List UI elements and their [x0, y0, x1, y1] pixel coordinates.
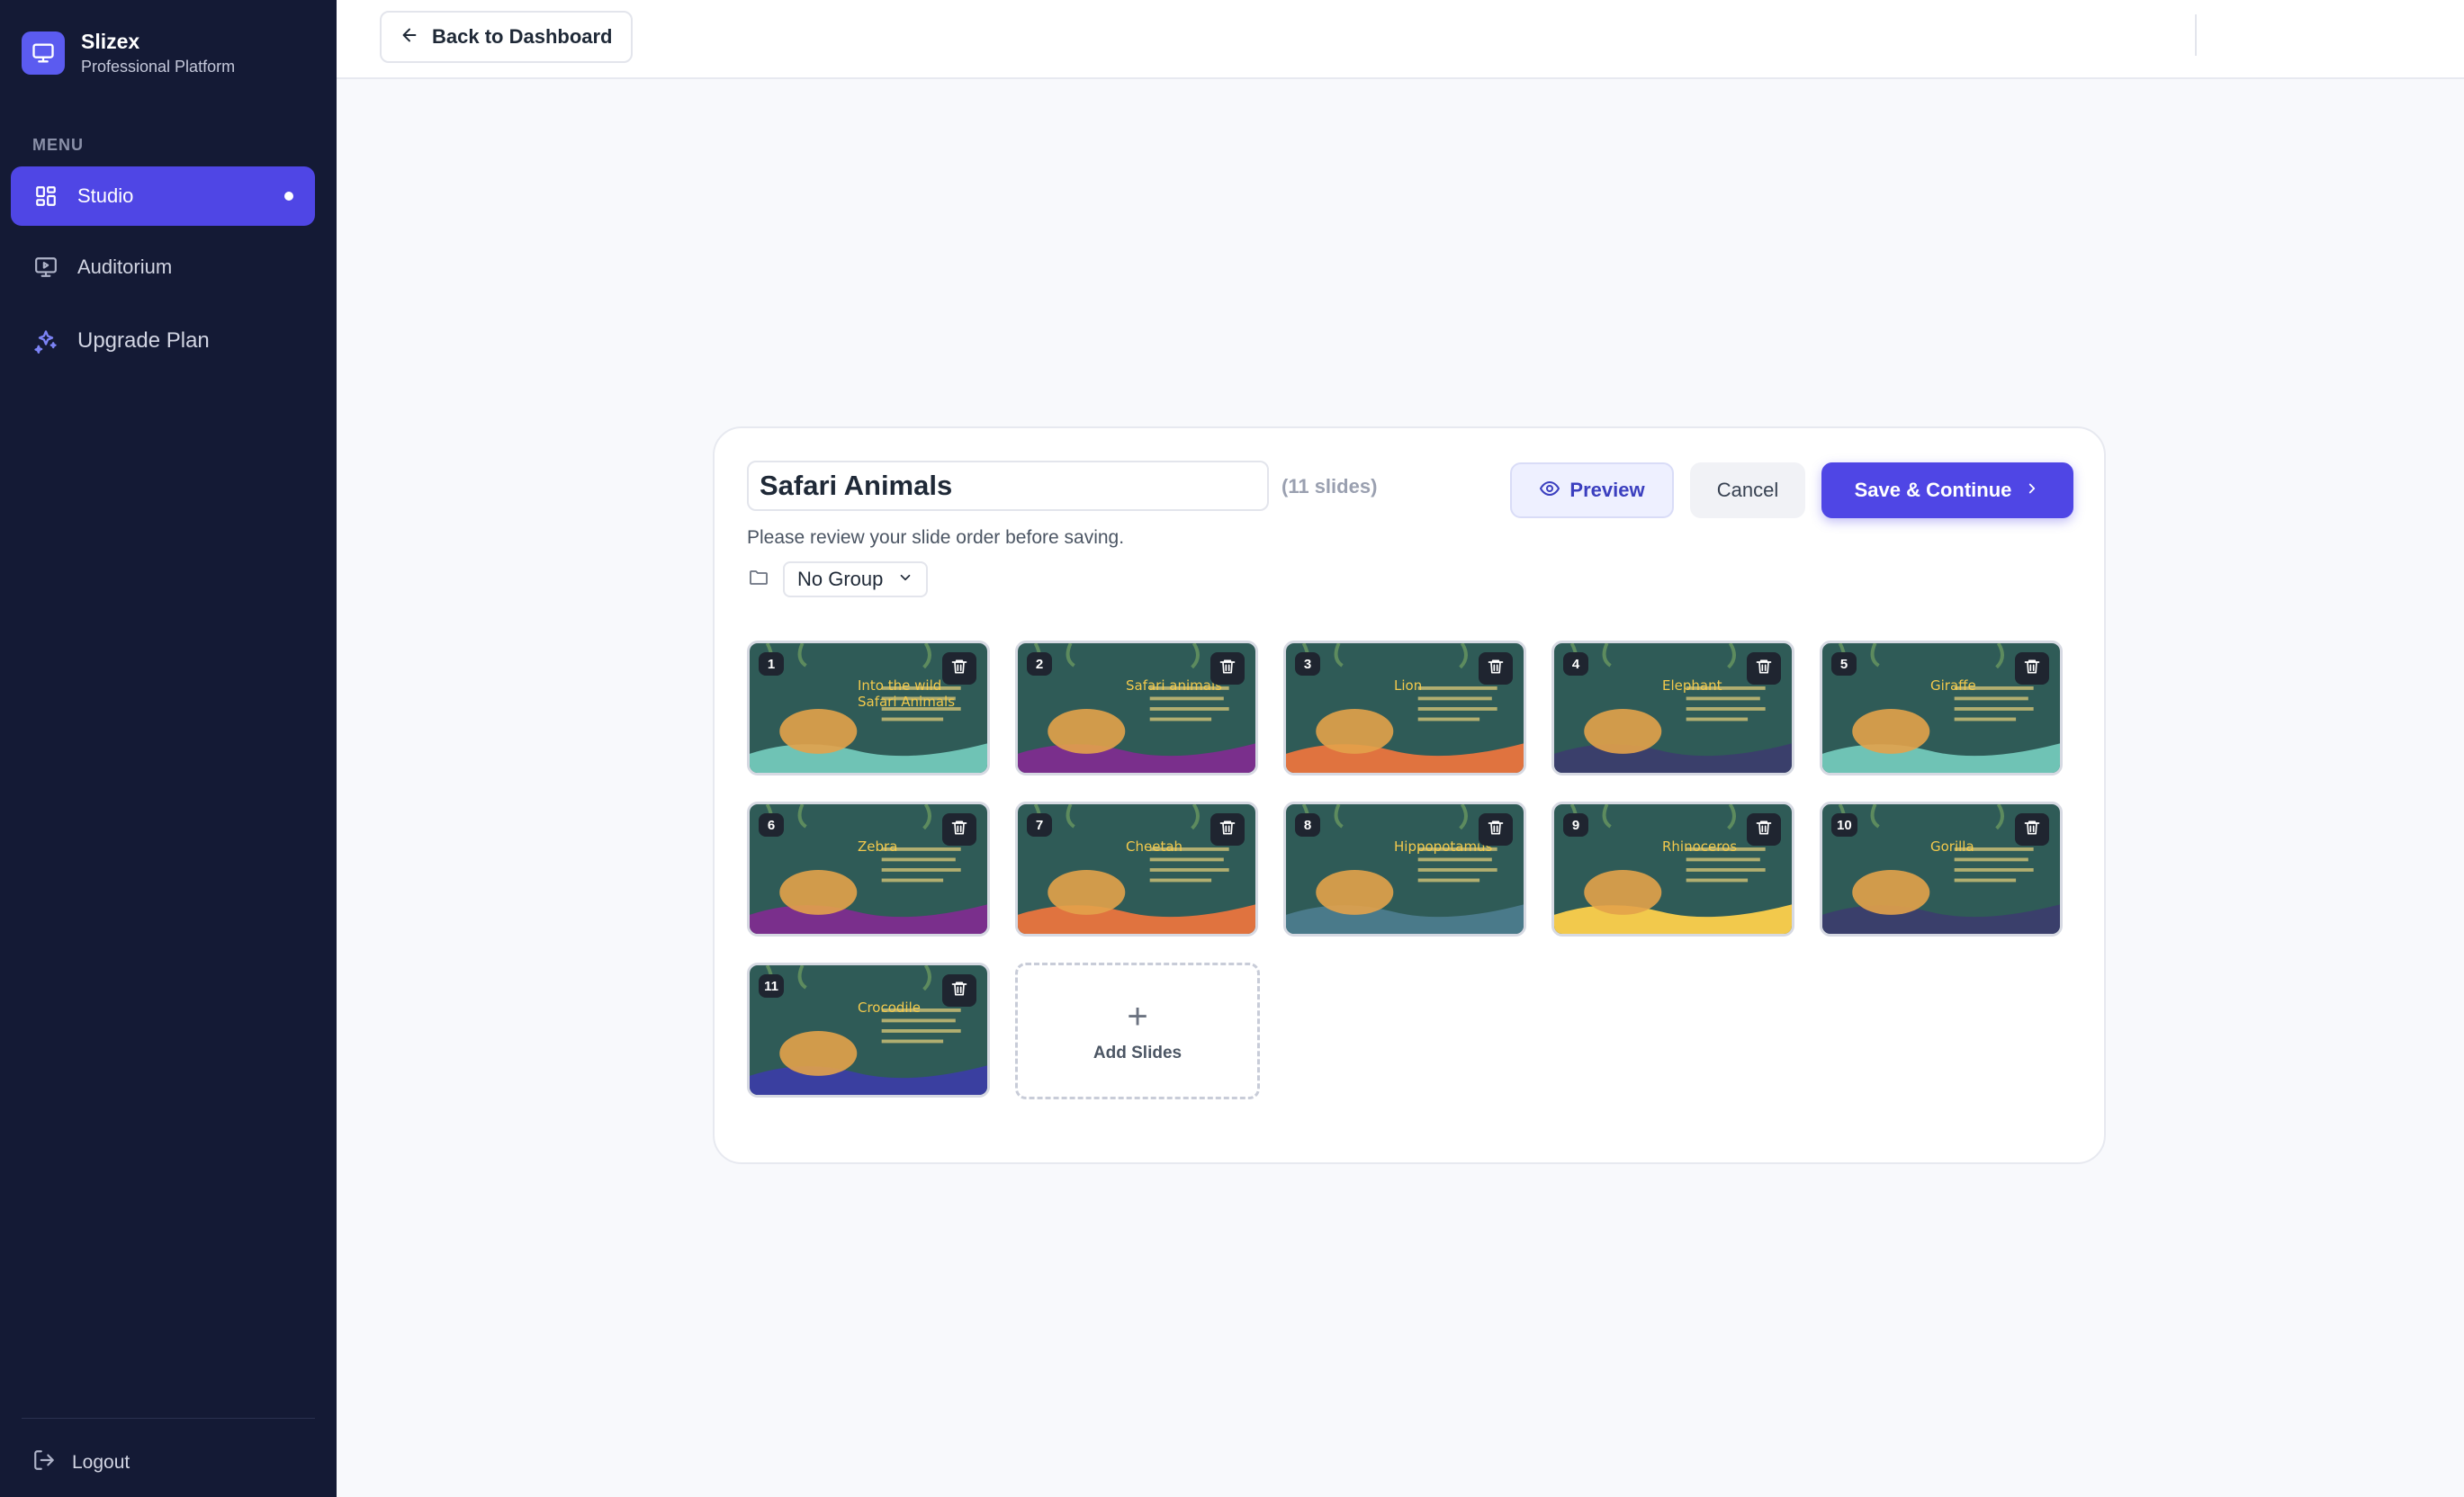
slide-title: Cheetah: [1126, 838, 1183, 855]
slide-number: 2: [1027, 652, 1052, 676]
slide-number: 8: [1295, 813, 1320, 837]
logout-button[interactable]: Logout: [32, 1448, 130, 1476]
sidebar-item-label: Upgrade Plan: [77, 328, 210, 353]
delete-slide-button[interactable]: [2015, 652, 2049, 685]
trash-icon: [950, 980, 968, 1002]
slide-number: 11: [759, 974, 784, 998]
slide-number: 6: [759, 813, 784, 837]
trash-icon: [1755, 658, 1773, 680]
slide-title: Hippopotamus: [1394, 838, 1493, 855]
delete-slide-button[interactable]: [1479, 652, 1513, 685]
sparkles-icon: [32, 327, 59, 354]
slide-title: Giraffe: [1930, 677, 1976, 694]
slide-thumbnail[interactable]: Into the wild Safari Animals 1: [747, 641, 990, 775]
slide-title: Zebra: [858, 838, 898, 855]
preview-button[interactable]: Preview: [1510, 462, 1674, 518]
trash-icon: [1755, 819, 1773, 841]
slide-thumbnail[interactable]: Rhinoceros 9: [1551, 802, 1794, 937]
slide-thumbnail[interactable]: Elephant 4: [1551, 641, 1794, 775]
sidebar-divider: [22, 1418, 315, 1419]
back-label: Back to Dashboard: [432, 25, 613, 48]
cancel-button[interactable]: Cancel: [1690, 462, 1805, 518]
delete-slide-button[interactable]: [942, 813, 976, 846]
logout-icon: [32, 1448, 56, 1476]
slide-thumbnail[interactable]: Gorilla 10: [1820, 802, 2063, 937]
sidebar-item-auditorium[interactable]: Auditorium: [11, 238, 315, 297]
monitor-play-icon: [32, 254, 59, 281]
trash-icon: [2023, 819, 2041, 841]
back-to-dashboard-button[interactable]: Back to Dashboard: [380, 11, 633, 63]
delete-slide-button[interactable]: [1479, 813, 1513, 846]
save-and-continue-button[interactable]: Save & Continue: [1821, 462, 2073, 518]
slide-thumbnail[interactable]: Zebra 6: [747, 802, 990, 937]
slide-thumbnail[interactable]: Hippopotamus 8: [1283, 802, 1526, 937]
slide-thumbnail[interactable]: Safari animals 2: [1015, 641, 1258, 775]
slide-thumbnail[interactable]: Giraffe 5: [1820, 641, 2063, 775]
delete-slide-button[interactable]: [942, 974, 976, 1007]
chevron-right-icon: [2024, 480, 2040, 501]
brand-subtitle: Professional Platform: [81, 58, 236, 76]
slide-thumbnail[interactable]: Crocodile 11: [747, 963, 990, 1098]
slide-title: Crocodile: [858, 999, 921, 1016]
group-row: No Group: [747, 561, 929, 597]
trash-icon: [2023, 658, 2041, 680]
slide-review-card: (11 slides) Please review your slide ord…: [713, 426, 2106, 1164]
slide-title: Into the wild Safari Animals: [858, 677, 956, 710]
sidebar-item-label: Studio: [77, 184, 134, 207]
presentation-icon: [22, 31, 65, 75]
slide-thumbnail[interactable]: Lion 3: [1283, 641, 1526, 775]
slide-title: Rhinoceros: [1662, 838, 1738, 855]
add-slides-label: Add Slides: [1093, 1044, 1183, 1062]
review-instructions: Please review your slide order before sa…: [747, 527, 1125, 548]
slide-title: Lion: [1394, 677, 1423, 694]
brand[interactable]: Slizex Professional Platform: [22, 29, 235, 77]
arrow-left-icon: [400, 25, 419, 49]
group-select-value: No Group: [797, 568, 884, 590]
delete-slide-button[interactable]: [1210, 652, 1245, 685]
slide-title: Elephant: [1662, 677, 1722, 694]
delete-slide-button[interactable]: [1210, 813, 1245, 846]
sidebar: Slizex Professional Platform MENU Studio…: [0, 0, 337, 1497]
slide-number: 10: [1831, 813, 1857, 837]
brand-name: Slizex: [81, 30, 140, 53]
slide-title: Gorilla: [1930, 838, 1974, 855]
folder-icon: [747, 567, 770, 593]
chevron-down-icon: [897, 568, 913, 591]
eye-icon: [1539, 478, 1560, 504]
topbar-divider: [2195, 14, 2197, 56]
trash-icon: [1487, 658, 1505, 680]
slide-number: 1: [759, 652, 784, 676]
slide-number: 7: [1027, 813, 1052, 837]
trash-icon: [950, 658, 968, 680]
trash-icon: [1487, 819, 1505, 841]
preview-label: Preview: [1569, 479, 1645, 501]
trash-icon: [1219, 658, 1236, 680]
delete-slide-button[interactable]: [1747, 652, 1781, 685]
slide-number: 9: [1563, 813, 1588, 837]
slide-number: 5: [1831, 652, 1857, 676]
sidebar-item-studio[interactable]: Studio: [11, 166, 315, 226]
slide-number: 3: [1295, 652, 1320, 676]
menu-label: MENU: [32, 136, 84, 154]
group-select[interactable]: No Group: [783, 561, 929, 597]
plus-icon: +: [1127, 997, 1148, 1036]
add-slides-button[interactable]: + Add Slides: [1015, 963, 1260, 1099]
presentation-title-input[interactable]: [747, 461, 1269, 511]
delete-slide-button[interactable]: [1747, 813, 1781, 846]
slide-number: 4: [1563, 652, 1588, 676]
sidebar-item-upgrade-plan[interactable]: Upgrade Plan: [11, 311, 315, 371]
delete-slide-button[interactable]: [2015, 813, 2049, 846]
slide-title: Safari animals: [1126, 677, 1222, 694]
save-label: Save & Continue: [1854, 479, 2012, 501]
logout-label: Logout: [72, 1451, 130, 1473]
delete-slide-button[interactable]: [942, 652, 976, 685]
top-bar: Back to Dashboard: [337, 0, 2464, 79]
slide-thumbnail[interactable]: Cheetah 7: [1015, 802, 1258, 937]
trash-icon: [1219, 819, 1236, 841]
slide-count: (11 slides): [1281, 475, 1378, 498]
sidebar-item-label: Auditorium: [77, 255, 173, 278]
active-indicator: [284, 192, 293, 201]
layout-grid-icon: [32, 183, 59, 210]
trash-icon: [950, 819, 968, 841]
